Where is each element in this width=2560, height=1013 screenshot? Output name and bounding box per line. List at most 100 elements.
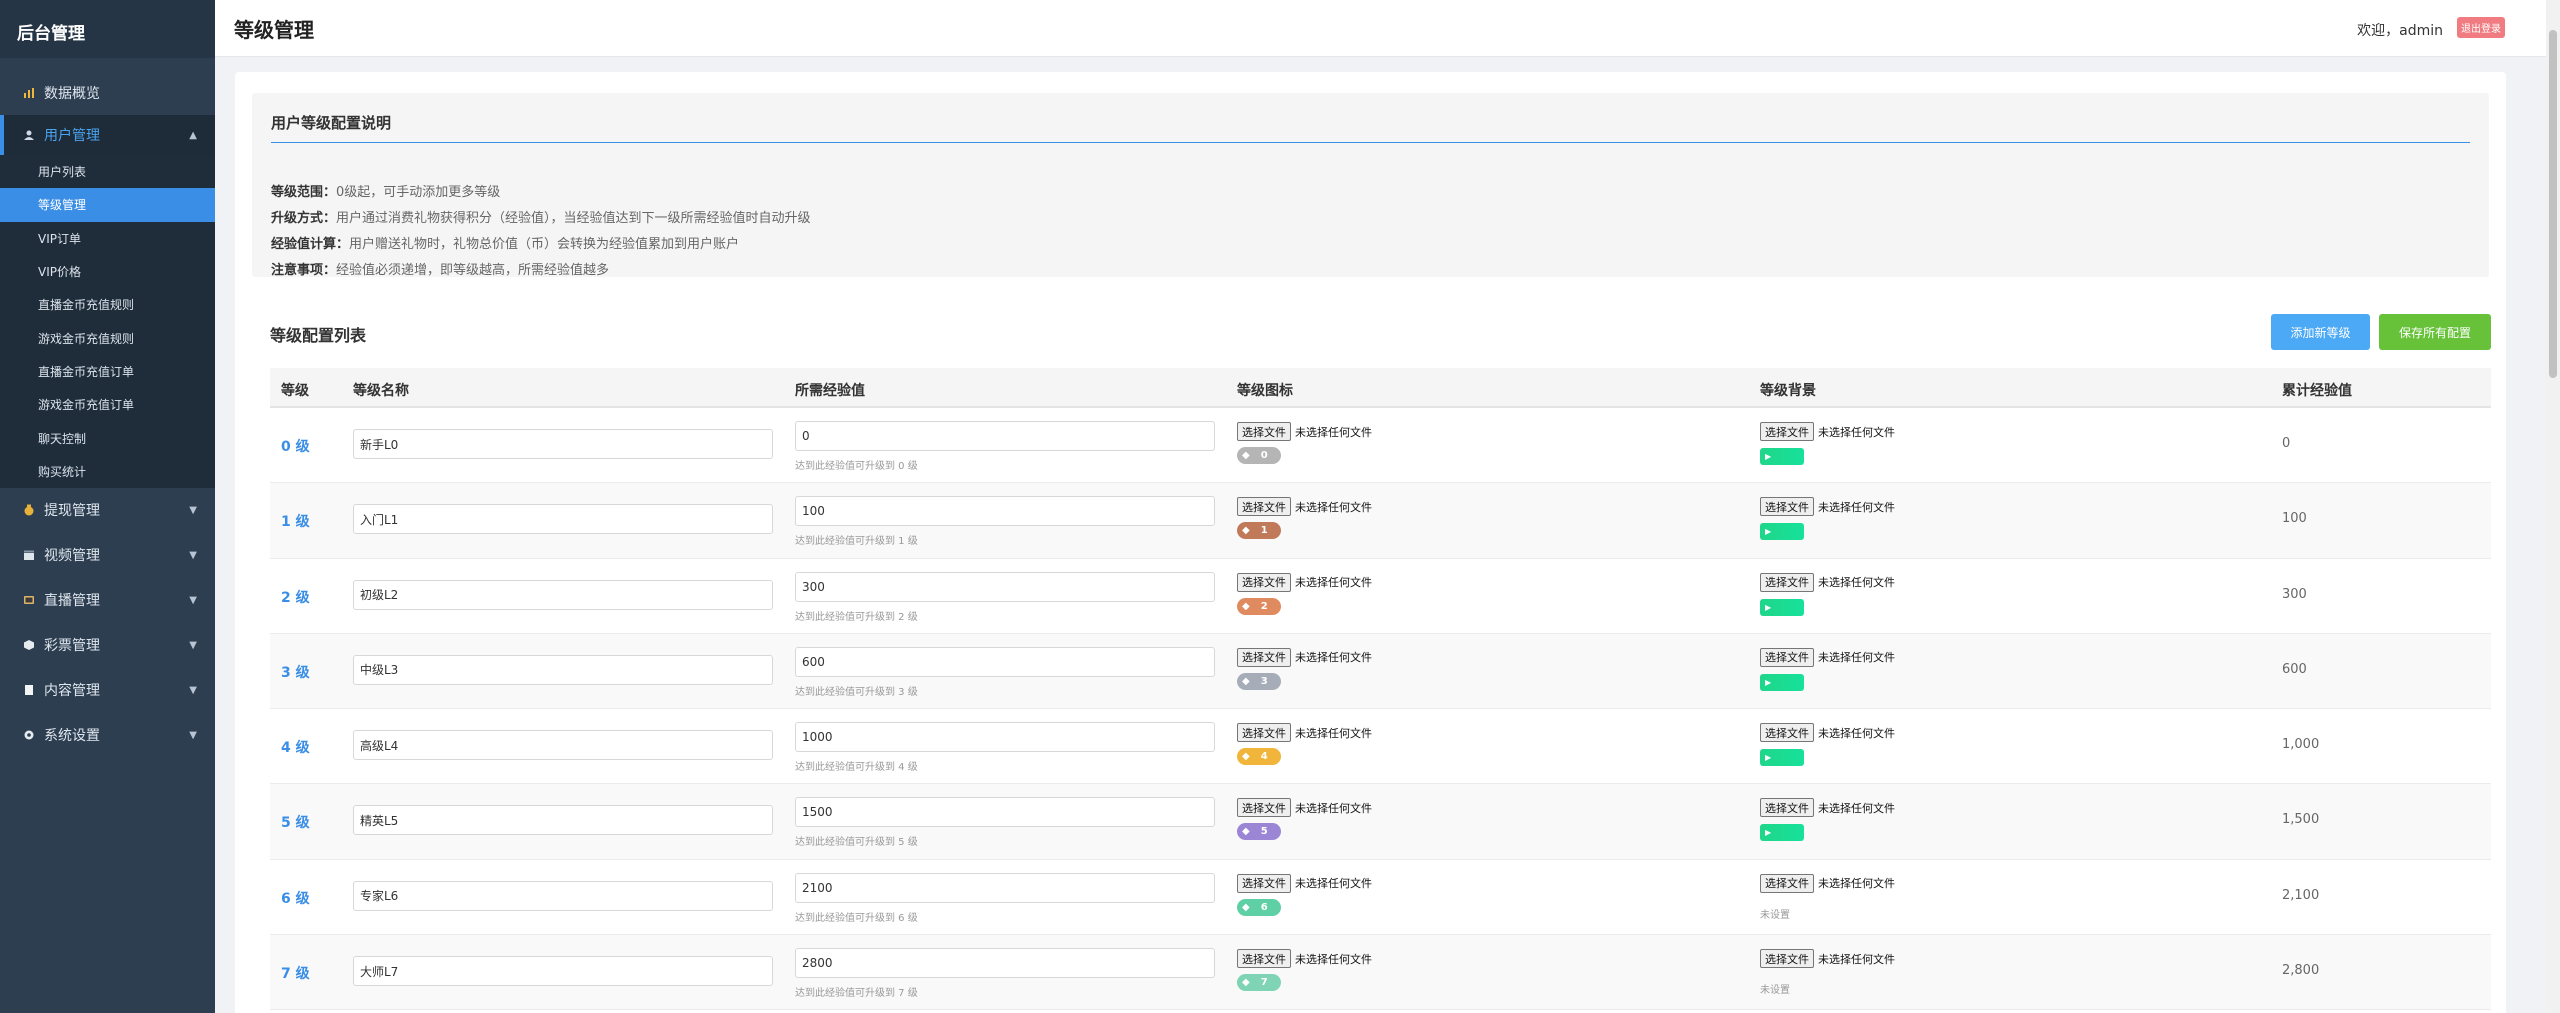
required-exp-input[interactable] [795, 872, 1215, 903]
scrollbar[interactable] [2546, 0, 2560, 1013]
total-exp: 100 [2282, 511, 2307, 527]
table-row: 5 级达到此经验值可升级到 5 级选择文件未选择任何文件◆5选择文件未选择任何文… [270, 784, 2491, 860]
choose-bg-file-button[interactable]: 选择文件 [1760, 422, 1814, 441]
sidebar-item-settings[interactable]: 系统设置 ▼ [0, 713, 215, 758]
choose-bg-file-button[interactable]: 选择文件 [1760, 572, 1814, 592]
sidebar-subitem-purchase-stats[interactable]: 购买统计 [0, 455, 215, 488]
choose-bg-file-button[interactable]: 选择文件 [1760, 873, 1814, 893]
level-badge: ◆ 6 [1237, 898, 1281, 916]
badge-shield-icon: ◆ [1242, 675, 1250, 687]
sidebar-item-content[interactable]: 内容管理 ▼ [0, 668, 215, 713]
table-row: 7 级达到此经验值可升级到 7 级选择文件未选择任何文件◆7选择文件未选择任何文… [270, 935, 2491, 1011]
save-all-button[interactable]: 保存所有配置 [2379, 314, 2491, 350]
required-exp-input[interactable] [795, 948, 1215, 979]
sidebar-item-withdrawal[interactable]: 提现管理 ▼ [0, 488, 215, 533]
choose-icon-file-button[interactable]: 选择文件 [1237, 497, 1291, 517]
no-file-text: 未选择任何文件 [1295, 877, 1372, 891]
sidebar-subitem-level-management[interactable]: 等级管理 [0, 188, 215, 222]
choose-icon-file-button[interactable]: 选择文件 [1237, 422, 1291, 441]
info-line: 升级方式：用户通过消费礼物获得积分（经验值），当经验值达到下一级所需经验值时自动… [271, 211, 811, 226]
bg-unset-text: 未设置 [1760, 909, 1790, 921]
clapperboard-icon [22, 548, 36, 562]
level-name-input[interactable] [353, 504, 773, 535]
badge-number: 1 [1260, 525, 1268, 537]
icon-file-picker: 选择文件 未选择任何文件 [1237, 572, 1372, 592]
icon-file-picker: 选择文件 未选择任何文件 [1237, 723, 1372, 743]
level-label: 2 级 [281, 589, 310, 606]
level-name-input[interactable] [353, 956, 773, 987]
level-name-input[interactable] [353, 654, 773, 685]
no-file-text: 未选择任何文件 [1295, 801, 1372, 815]
icon-file-picker: 选择文件 未选择任何文件 [1237, 422, 1372, 441]
sidebar: 后台管理 数据概览 用户管理 ▲ 用户列表 等级管理 VIP订单 VIP价格 直… [0, 0, 215, 1013]
required-exp-input[interactable] [795, 797, 1215, 828]
choose-bg-file-button[interactable]: 选择文件 [1760, 949, 1814, 969]
choose-bg-file-button[interactable]: 选择文件 [1760, 798, 1814, 818]
level-name-input[interactable] [353, 730, 773, 761]
level-name-input[interactable] [353, 579, 773, 610]
exp-hint: 达到此经验值可升级到 3 级 [795, 686, 918, 698]
choose-icon-file-button[interactable]: 选择文件 [1237, 723, 1291, 743]
level-name-input[interactable] [353, 805, 773, 836]
level-name-input[interactable] [353, 880, 773, 911]
list-title: 等级配置列表 [270, 326, 367, 345]
choose-icon-file-button[interactable]: 选择文件 [1237, 572, 1291, 592]
level-label: 3 级 [281, 664, 310, 681]
scrollbar-thumb[interactable] [2549, 30, 2557, 378]
required-exp-input[interactable] [795, 571, 1215, 602]
no-file-text: 未选择任何文件 [1295, 576, 1372, 590]
choose-icon-file-button[interactable]: 选择文件 [1237, 873, 1291, 893]
choose-bg-file-button[interactable]: 选择文件 [1760, 497, 1814, 517]
sidebar-subitem-vip-orders[interactable]: VIP订单 [0, 222, 215, 255]
no-file-text: 未选择任何文件 [1295, 726, 1372, 740]
level-bg-preview: ▶ [1760, 824, 1804, 842]
main-content: 用户等级配置说明 等级范围：0级起，可手动添加更多等级 升级方式：用户通过消费礼… [235, 72, 2506, 1013]
logout-button[interactable]: 退出登录 [2457, 17, 2505, 38]
bg-file-picker: 选择文件 未选择任何文件 [1760, 572, 1895, 592]
sidebar-subitem-live-coin-orders[interactable]: 直播金币充值订单 [0, 355, 215, 388]
chevron-up-icon: ▲ [189, 129, 197, 141]
total-exp: 2,100 [2282, 887, 2320, 903]
table-header: 等级 等级名称 所需经验值 等级图标 等级背景 累计经验值 [270, 368, 2491, 408]
info-line: 注意事项：经验值必须递增，即等级越高，所需经验值越多 [271, 263, 610, 278]
col-header-exp: 所需经验值 [795, 383, 865, 399]
play-icon: ▶ [1765, 527, 1772, 537]
required-exp-input[interactable] [795, 646, 1215, 677]
play-icon: ▶ [1765, 452, 1772, 461]
choose-bg-file-button[interactable]: 选择文件 [1760, 723, 1814, 743]
table-body: 0 级达到此经验值可升级到 0 级选择文件未选择任何文件◆0选择文件未选择任何文… [270, 408, 2491, 1011]
sidebar-item-lottery[interactable]: 彩票管理 ▼ [0, 623, 215, 668]
level-bg-preview: ▶ [1760, 749, 1804, 767]
sidebar-item-label: 用户管理 [44, 128, 100, 144]
required-exp-input[interactable] [795, 722, 1215, 753]
sidebar-subitem-game-coin-rules[interactable]: 游戏金币充值规则 [0, 321, 215, 354]
choose-icon-file-button[interactable]: 选择文件 [1237, 949, 1291, 969]
col-header-level: 等级 [281, 383, 309, 399]
choose-icon-file-button[interactable]: 选择文件 [1237, 798, 1291, 818]
level-label: 6 级 [281, 890, 310, 907]
sidebar-subitem-game-coin-orders[interactable]: 游戏金币充值订单 [0, 388, 215, 421]
sidebar-item-user-management[interactable]: 用户管理 ▲ [0, 115, 215, 155]
choose-icon-file-button[interactable]: 选择文件 [1237, 647, 1291, 667]
badge-number: 3 [1260, 675, 1268, 687]
sidebar-item-live[interactable]: 直播管理 ▼ [0, 578, 215, 623]
add-level-button[interactable]: 添加新等级 [2271, 314, 2370, 350]
required-exp-input[interactable] [795, 421, 1215, 451]
exp-hint: 达到此经验值可升级到 7 级 [795, 988, 918, 1000]
no-file-text: 未选择任何文件 [1295, 500, 1372, 514]
choose-bg-file-button[interactable]: 选择文件 [1760, 647, 1814, 667]
sidebar-subitem-vip-price[interactable]: VIP价格 [0, 255, 215, 288]
sidebar-subitem-user-list[interactable]: 用户列表 [0, 155, 215, 188]
level-name-input[interactable] [353, 429, 773, 459]
sidebar-subitem-chat-control[interactable]: 聊天控制 [0, 421, 215, 454]
bg-file-picker: 选择文件 未选择任何文件 [1760, 949, 1895, 969]
sidebar-item-video[interactable]: 视频管理 ▼ [0, 533, 215, 578]
level-label: 1 级 [281, 514, 310, 531]
required-exp-input[interactable] [795, 496, 1215, 527]
info-line: 等级范围：0级起，可手动添加更多等级 [271, 185, 501, 200]
gear-icon [22, 728, 36, 742]
sidebar-item-dashboard[interactable]: 数据概览 [0, 70, 215, 115]
total-exp: 2,800 [2282, 963, 2320, 979]
sidebar-subitem-live-coin-rules[interactable]: 直播金币充值规则 [0, 288, 215, 321]
exp-hint: 达到此经验值可升级到 0 级 [795, 461, 918, 472]
